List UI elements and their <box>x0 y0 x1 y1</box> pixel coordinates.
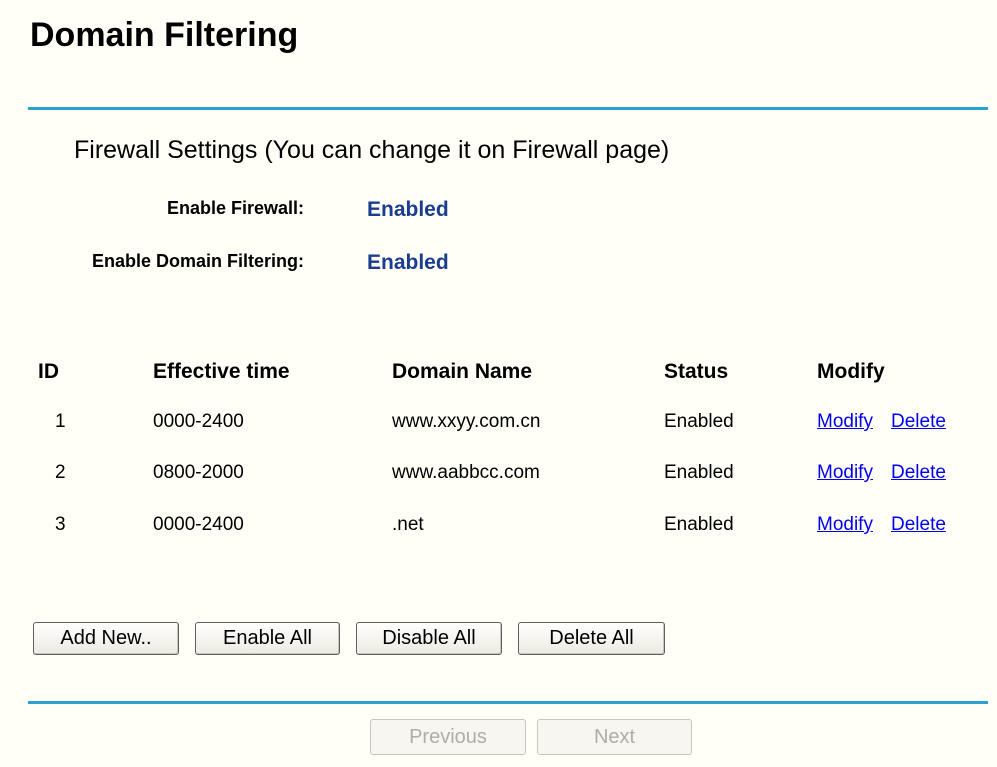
delete-link[interactable]: Delete <box>891 514 946 536</box>
delete-link[interactable]: Delete <box>891 462 946 484</box>
row-effective-time: 0000-2400 <box>153 411 244 432</box>
enable-firewall-label: Enable Firewall: <box>166 198 304 218</box>
add-new-button[interactable]: Add New.. <box>33 622 179 655</box>
row-status: Enabled <box>664 462 734 483</box>
row-domain-name: .net <box>392 514 424 535</box>
page-title: Domain Filtering <box>30 16 299 54</box>
delete-all-button[interactable]: Delete All <box>518 622 665 655</box>
enable-domain-filtering-value: Enabled <box>367 251 449 274</box>
column-header-status: Status <box>664 360 729 383</box>
row-id: 3 <box>55 514 66 535</box>
row-id: 2 <box>55 462 66 483</box>
modify-link[interactable]: Modify <box>817 411 873 433</box>
enable-all-button[interactable]: Enable All <box>195 622 340 655</box>
modify-link[interactable]: Modify <box>817 514 873 536</box>
row-effective-time: 0800-2000 <box>153 462 244 483</box>
disable-all-button[interactable]: Disable All <box>356 622 502 655</box>
column-header-id: ID <box>38 360 59 383</box>
top-divider <box>28 107 988 110</box>
next-button[interactable]: Next <box>537 719 692 755</box>
firewall-settings-heading: Firewall Settings (You can change it on … <box>74 136 670 164</box>
row-effective-time: 0000-2400 <box>153 514 244 535</box>
delete-link[interactable]: Delete <box>891 411 946 433</box>
row-status: Enabled <box>664 411 734 432</box>
row-domain-name: www.aabbcc.com <box>392 462 540 483</box>
row-domain-name: www.xxyy.com.cn <box>392 411 541 432</box>
row-id: 1 <box>55 411 66 432</box>
column-header-domain-name: Domain Name <box>392 360 533 383</box>
row-status: Enabled <box>664 514 734 535</box>
enable-domain-filtering-label: Enable Domain Filtering: <box>91 251 304 271</box>
modify-link[interactable]: Modify <box>817 462 873 484</box>
column-header-effective-time: Effective time <box>153 360 290 383</box>
bottom-divider <box>28 701 988 704</box>
previous-button[interactable]: Previous <box>370 719 526 755</box>
enable-firewall-value: Enabled <box>367 198 449 221</box>
column-header-modify: Modify <box>817 360 885 383</box>
